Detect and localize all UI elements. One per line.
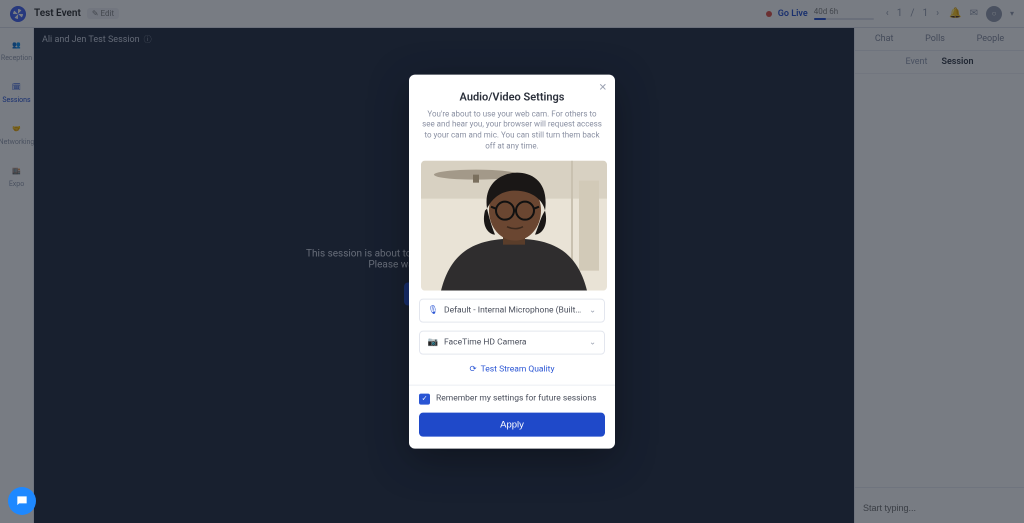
speedometer-icon: ⟳ (470, 364, 477, 374)
chevron-down-icon: ⌄ (589, 306, 596, 315)
test-stream-link[interactable]: ⟳ Test Stream Quality (409, 364, 615, 374)
remember-settings-checkbox[interactable]: ✓ Remember my settings for future sessio… (419, 393, 605, 404)
camera-preview (421, 160, 607, 290)
microphone-value: Default - Internal Microphone (Built-in) (444, 305, 583, 315)
checkbox-checked-icon: ✓ (419, 393, 430, 404)
microphone-select[interactable]: 🎙 Default - Internal Microphone (Built-i… (419, 298, 605, 322)
camera-select[interactable]: 📷 FaceTime HD Camera ⌄ (419, 330, 605, 354)
microphone-icon: 🎙 (428, 305, 438, 315)
modal-title: Audio/Video Settings (421, 90, 603, 103)
chat-bubble-icon (15, 494, 29, 508)
modal-description: You're about to use your web cam. For ot… (421, 109, 603, 152)
help-chat-button[interactable] (8, 487, 36, 515)
remember-label: Remember my settings for future sessions (436, 394, 596, 404)
camera-icon: 📷 (428, 337, 438, 347)
av-settings-modal: ✕ Audio/Video Settings You're about to u… (409, 74, 615, 449)
camera-value: FaceTime HD Camera (444, 337, 583, 347)
chevron-down-icon: ⌄ (589, 338, 596, 347)
apply-button[interactable]: Apply (419, 413, 605, 437)
close-icon[interactable]: ✕ (599, 82, 607, 93)
